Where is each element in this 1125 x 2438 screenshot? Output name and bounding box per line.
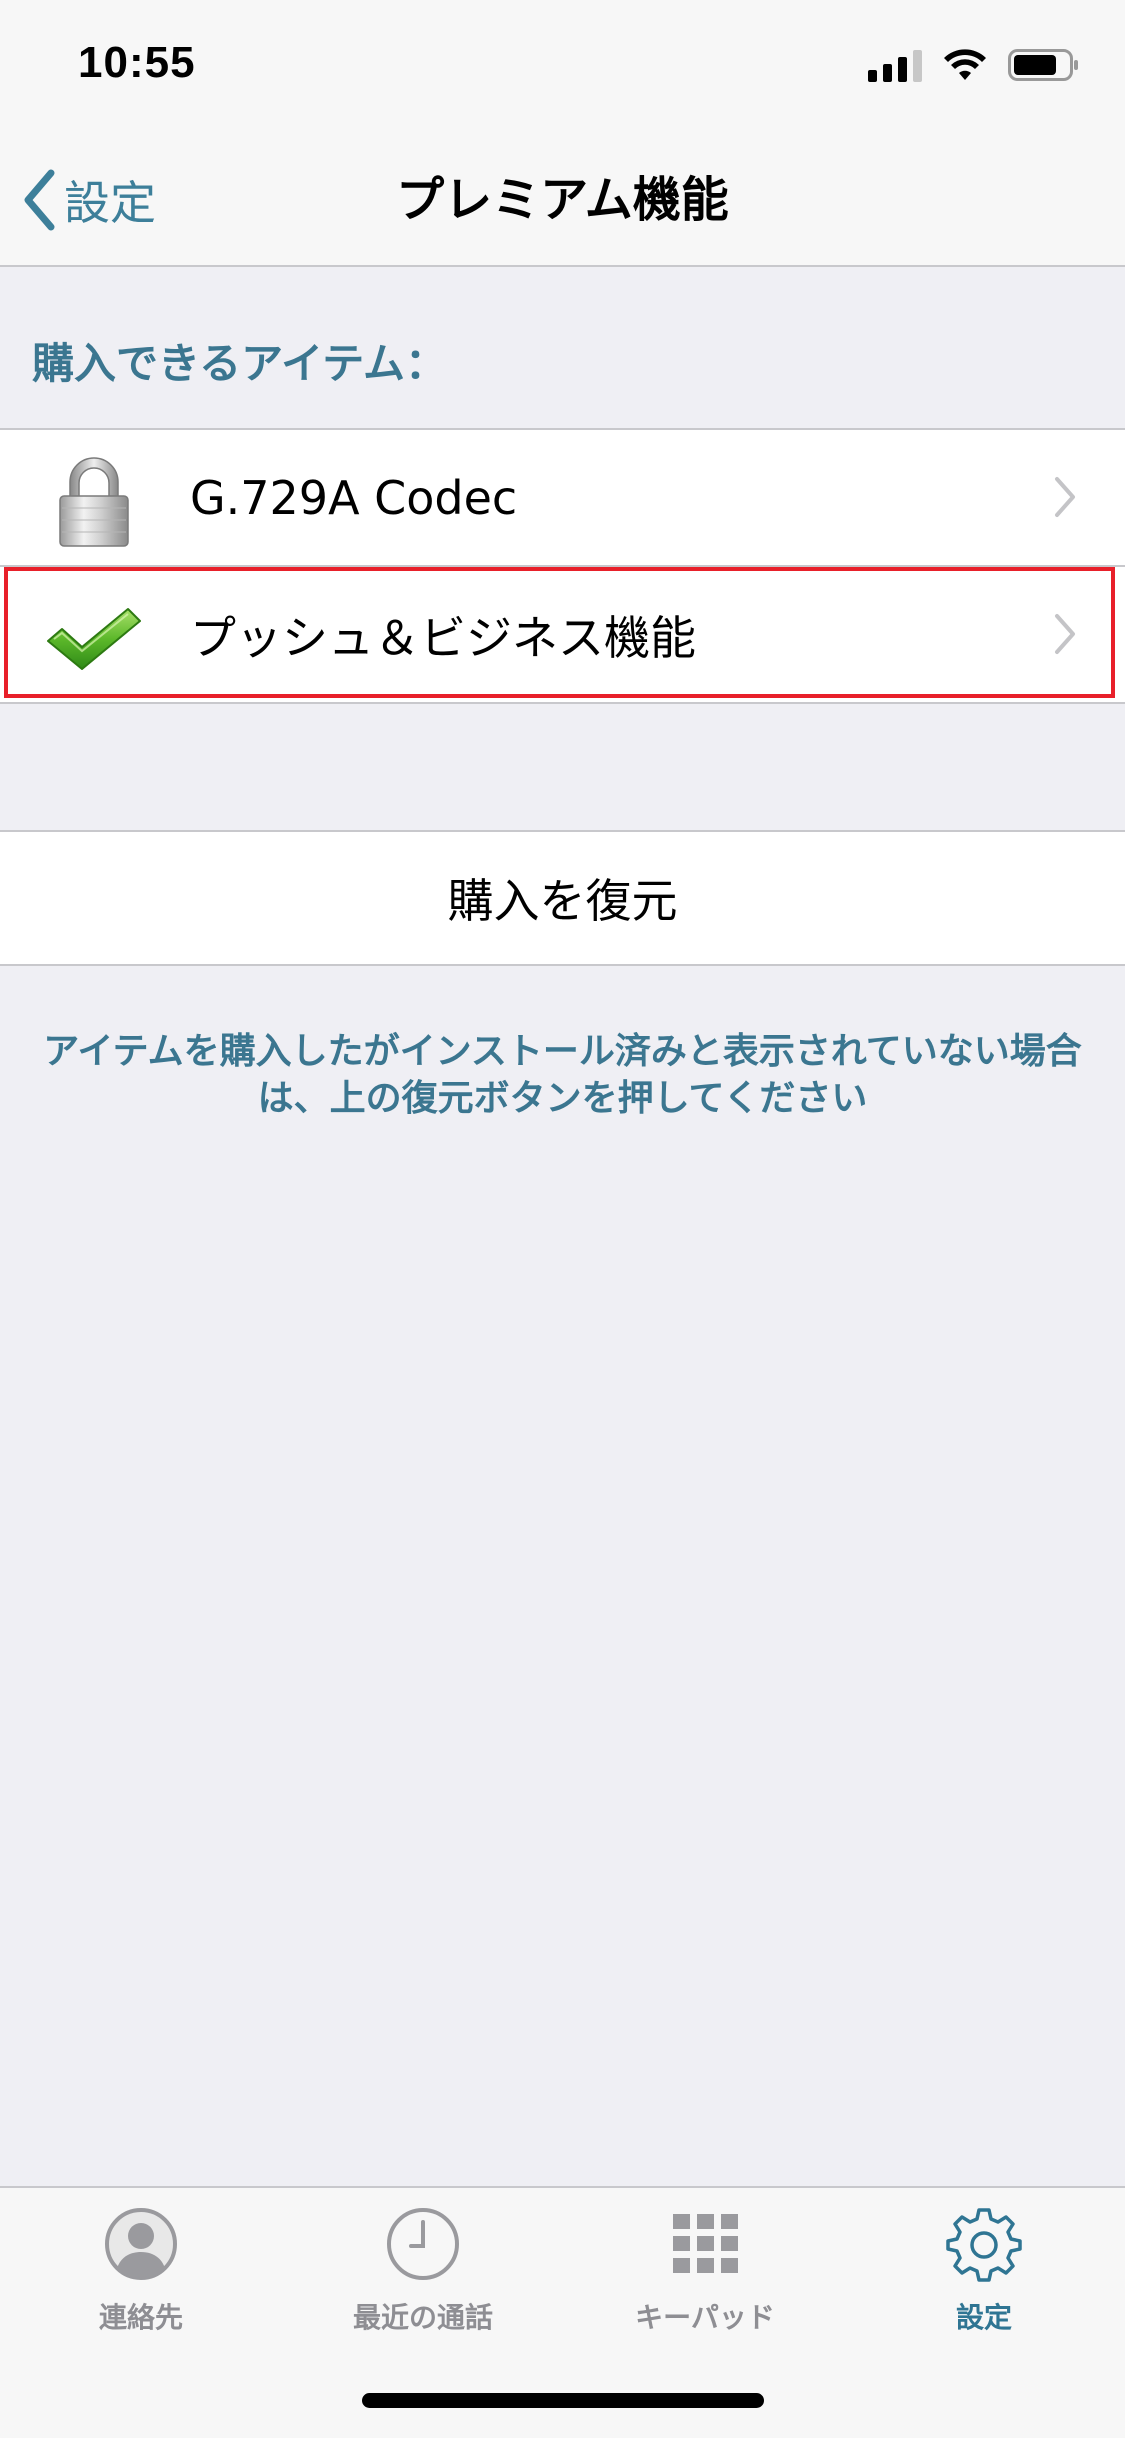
contact-icon [105,2208,177,2280]
list-item-push-business[interactable]: プッシュ＆ビジネス機能 [0,565,1125,702]
list-item-label: プッシュ＆ビジネス機能 [190,610,696,665]
status-time: 10:55 [78,38,196,87]
back-button[interactable]: 設定 [22,163,156,237]
wifi-icon [944,49,986,80]
restore-help-text: アイテムを購入したがインストール済みと表示されていない場合は、上の復元ボタンを押… [43,1031,1082,1119]
tab-label: 最近の通話 [352,2301,493,2334]
gear-icon [946,2208,1022,2282]
back-button-label: 設定 [64,176,156,230]
cellular-signal-icon [868,48,922,82]
checkmark-icon [47,608,141,670]
tab-contacts[interactable]: 連絡先 [0,2188,282,2353]
premium-items-list: G.729A Codec プッシュ＆ビジネス機能 [0,428,1125,704]
navigation-bar: 設定 プレミアム機能 [0,135,1125,267]
status-icons [868,48,1080,82]
tab-settings[interactable]: 設定 [843,2188,1125,2353]
tab-label: 連絡先 [98,2301,183,2334]
battery-icon [1008,49,1078,81]
tab-label: キーパッド [635,2301,775,2334]
home-indicator [362,2393,764,2408]
list-item-label: G.729A Codec [190,470,518,525]
status-bar: 10:55 [0,0,1125,135]
clock-icon [387,2208,459,2280]
chevron-right-icon [1055,614,1075,654]
restore-purchases-label: 購入を復元 [447,874,678,928]
restore-purchases-button[interactable]: 購入を復元 [0,830,1125,966]
section-header: 購入できるアイテム： [32,339,447,388]
keypad-icon [673,2214,738,2273]
page-title: プレミアム機能 [396,172,729,228]
chevron-left-icon [24,169,55,231]
tab-label: 設定 [955,2301,1012,2334]
list-item-g729a-codec[interactable]: G.729A Codec [0,430,1125,565]
lock-icon [59,457,129,547]
chevron-right-icon [1055,477,1075,517]
tab-keypad[interactable]: キーパッド [564,2188,846,2353]
tab-recents[interactable]: 最近の通話 [282,2188,564,2353]
